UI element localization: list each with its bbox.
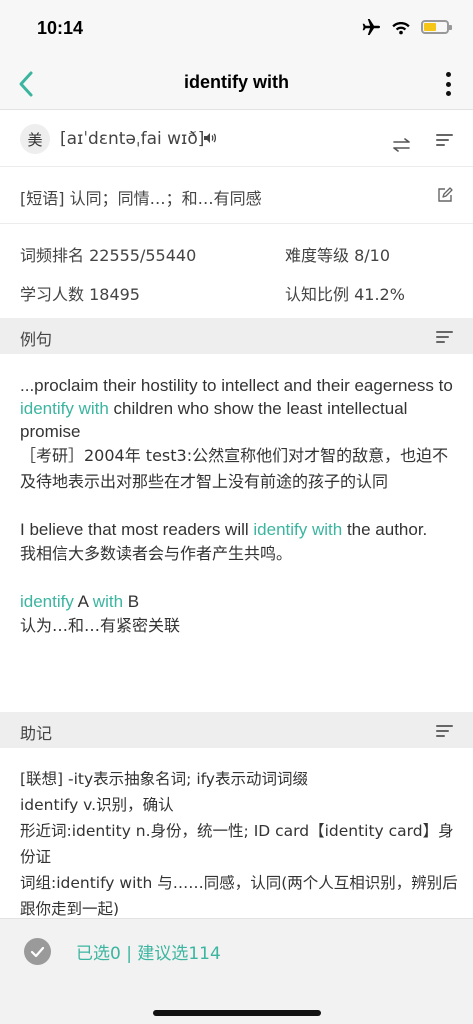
check-icon [30,946,45,957]
mnemonic-line: identify v.识别，确认 [20,796,174,814]
swap-icon[interactable] [392,138,412,152]
mnemonic-line: [联想] -ity表示抽象名词; ify表示动词词缀 [20,770,308,788]
section-title: 例句 [20,330,53,349]
sort-icon[interactable] [436,331,453,343]
wifi-icon [392,22,410,35]
sort-icon[interactable] [436,725,453,737]
more-options-button[interactable] [443,70,453,98]
status-bar: 10:14 [0,0,473,58]
accent-toggle[interactable]: 美 [20,124,50,154]
nav-bar: identify with [0,58,473,110]
dot-icon [445,81,451,87]
selection-summary[interactable]: 已选0 | 建议选114 [76,939,221,964]
example-sentence: I believe that most readers will identif… [20,520,428,539]
example-sentence: ...proclaim their hostility to intellect… [20,376,453,441]
dot-icon [445,72,451,77]
mnemonic-line: 形近词:identity n.身份，统一性; ID card【identity … [20,822,454,866]
highlighted-phrase: with [92,592,124,611]
airplane-icon [362,19,380,35]
sort-icon[interactable] [436,134,453,146]
example-item: identify A with B 认为…和…有紧密关联 [20,590,460,639]
definition-row: [短语] 认同；同情…；和…有同感 [0,167,473,224]
highlighted-phrase: identify [20,592,74,611]
example-item: ...proclaim their hostility to intellect… [20,374,460,495]
examples-list: ...proclaim their hostility to intellect… [20,374,460,662]
example-translation: 认为…和…有紧密关联 [20,616,181,635]
examples-section-header: 例句 [0,318,473,354]
phonetic-row: 美 [aɪˈdɛntəˌfai wɪð] [0,110,473,167]
learner-count: 学习人数 18495 [20,285,140,304]
word-stats: 词频排名 22555/55440 难度等级 8/10 学习人数 18495 认知… [0,224,473,318]
example-translation: 我相信大多数读者会与作者产生共鸣。 [20,544,293,563]
select-all-button[interactable] [24,938,51,965]
page-title: identify with [184,72,289,92]
status-icons [361,18,452,36]
dot-icon [445,91,451,96]
bottom-bar: 已选0 | 建议选114 [0,918,473,1024]
freq-rank: 词频排名 22555/55440 [20,246,197,265]
edit-icon[interactable] [437,187,453,203]
example-sentence: identify A with B [20,592,140,611]
highlighted-phrase: identify with [253,520,343,539]
example-translation: ［考研］2004年 test3:公然宣称他们对才智的敌意，也迫不及待地表示出对那… [20,446,449,491]
phonetic-text: [aɪˈdɛntəˌfai wɪð] [60,129,205,149]
status-time: 10:14 [37,18,84,38]
home-indicator [153,1010,321,1016]
battery-icon [421,20,452,34]
example-item: I believe that most readers will identif… [20,518,460,567]
known-ratio: 认知比例 41.2% [285,285,405,304]
definition-text: [短语] 认同；同情…；和…有同感 [20,189,262,208]
mnemonic-content: [联想] -ity表示抽象名词; ify表示动词词缀 identify v.识别… [20,766,460,922]
section-title: 助记 [20,724,53,743]
mnemonic-line: 词组:identify with 与……同感，认同(两个人互相识别，辨别后跟你走… [20,874,458,918]
mnemonic-section-header: 助记 [0,712,473,748]
highlighted-phrase: identify with [20,399,109,418]
difficulty-level: 难度等级 8/10 [285,246,391,265]
speaker-icon[interactable] [203,132,217,144]
